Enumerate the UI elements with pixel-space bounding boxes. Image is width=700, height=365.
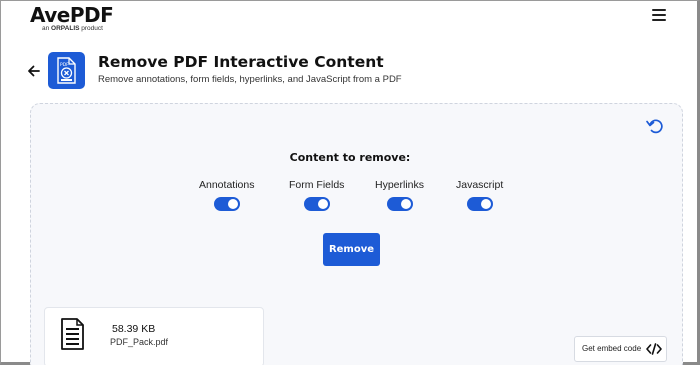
file-size: 58.39 KB <box>112 323 156 335</box>
pdf-remove-icon: PDF <box>48 52 85 89</box>
option-annotations: Annotations <box>199 179 254 216</box>
javascript-toggle[interactable] <box>466 197 493 211</box>
option-label: Form Fields <box>289 179 345 191</box>
back-arrow-icon[interactable] <box>27 64 41 78</box>
page-title: Remove PDF Interactive Content <box>98 53 384 71</box>
document-icon <box>61 318 84 350</box>
option-label: Hyperlinks <box>375 179 425 191</box>
form-fields-toggle[interactable] <box>303 197 330 211</box>
avepdf-logo[interactable]: AvePDF an ORPALIS product <box>30 3 114 32</box>
options-heading: Content to remove: <box>289 151 411 164</box>
option-javascript: Javascript <box>456 179 503 216</box>
get-embed-code-button[interactable]: Get embed code <box>574 336 667 362</box>
page-subtitle: Remove annotations, form fields, hyperli… <box>98 74 402 85</box>
option-hyperlinks: Hyperlinks <box>375 179 424 216</box>
code-icon <box>646 343 662 355</box>
annotations-toggle[interactable] <box>213 197 240 211</box>
svg-text:PDF: PDF <box>60 62 69 68</box>
logo-subtext: an ORPALIS product <box>42 25 103 32</box>
option-label: Javascript <box>456 179 504 191</box>
logo-text: AvePDF <box>30 3 114 27</box>
embed-label: Get embed code <box>582 344 642 353</box>
hyperlinks-toggle[interactable] <box>386 197 413 211</box>
undo-icon[interactable] <box>645 117 663 135</box>
option-label: Annotations <box>199 179 255 191</box>
remove-button[interactable]: Remove <box>323 233 380 266</box>
file-name: PDF_Pack.pdf <box>110 337 169 347</box>
option-form-fields: Form Fields <box>289 179 344 216</box>
hamburger-menu-icon[interactable] <box>652 9 666 21</box>
